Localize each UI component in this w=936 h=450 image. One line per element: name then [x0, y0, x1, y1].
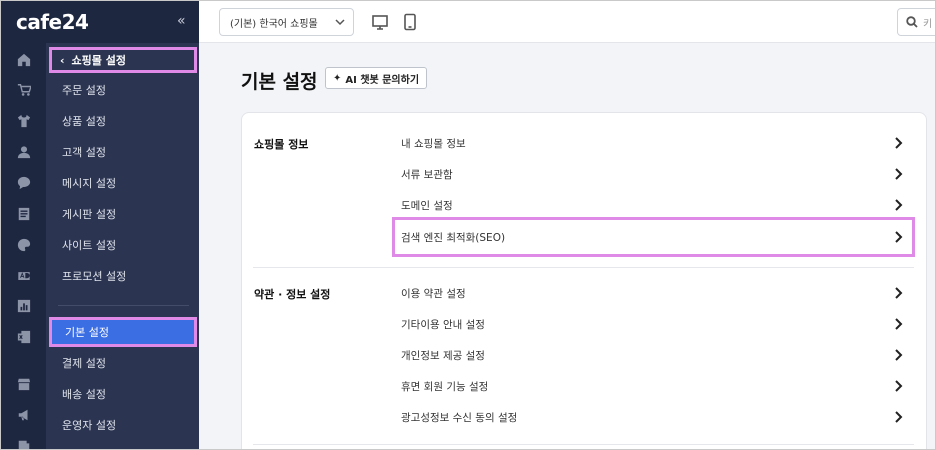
search-icon	[906, 16, 918, 28]
row-marketing-consent[interactable]: 광고성정보 수신 동의 설정	[401, 402, 909, 432]
submenu-divider	[58, 305, 189, 306]
row-label: 이용 약관 설정	[401, 287, 466, 300]
chevron-right-icon	[893, 230, 903, 244]
row-other-usage-guide[interactable]: 기타이용 안내 설정	[401, 309, 909, 339]
submenu-header-shop-settings[interactable]: ‹ 쇼핑몰 설정	[49, 47, 197, 73]
sparkle-icon: ✦	[333, 72, 342, 84]
submenu-item-site[interactable]: 사이트 설정	[62, 235, 116, 255]
submenu-item-operator[interactable]: 운영자 설정	[62, 415, 116, 435]
shirt-icon[interactable]	[1, 110, 46, 132]
chat-icon[interactable]	[1, 172, 46, 194]
submenu-item-message[interactable]: 메시지 설정	[62, 173, 116, 193]
board-icon[interactable]	[1, 203, 46, 225]
section-separator	[253, 267, 914, 268]
chevron-right-icon	[893, 317, 903, 331]
row-label: 검색 엔진 최적화(SEO)	[401, 231, 506, 244]
chevron-right-icon	[893, 198, 903, 212]
section-title-shop-info: 쇼핑몰 정보	[254, 138, 309, 151]
ai-chatbot-button[interactable]: ✦ AI 챗봇 문의하기	[325, 67, 428, 89]
submenu-item-order[interactable]: 주문 설정	[62, 80, 106, 100]
submenu-item-shipping[interactable]: 배송 설정	[62, 384, 106, 404]
section-title-terms: 약관 · 정보 설정	[254, 288, 331, 301]
submenu-item-product[interactable]: 상품 설정	[62, 111, 106, 131]
shop-selector[interactable]: (기본) 한국어 쇼핑몰	[219, 8, 354, 36]
chevron-right-icon	[893, 136, 903, 150]
submenu-header-label: 쇼핑몰 설정	[71, 54, 126, 67]
store-icon[interactable]	[1, 373, 46, 395]
chevron-right-icon	[893, 348, 903, 362]
shop-selector-value: (기본) 한국어 쇼핑몰	[230, 18, 318, 30]
section-separator	[253, 444, 914, 445]
megaphone-icon[interactable]	[1, 404, 46, 426]
desktop-view-icon[interactable]	[371, 13, 389, 31]
row-label: 내 쇼핑몰 정보	[401, 137, 466, 150]
collapse-sidebar-icon[interactable]: «	[177, 13, 186, 29]
submenu-item-payment[interactable]: 결제 설정	[62, 353, 106, 373]
person-icon[interactable]	[1, 141, 46, 163]
chevron-right-icon	[893, 410, 903, 424]
palette-icon[interactable]	[1, 234, 46, 256]
row-my-shop-info[interactable]: 내 쇼핑몰 정보	[401, 128, 909, 158]
top-bar: (기본) 한국어 쇼핑몰 키	[199, 1, 935, 43]
ai-chatbot-label: AI 챗봇 문의하기	[345, 74, 420, 86]
row-domain-settings[interactable]: 도메인 설정	[401, 190, 909, 220]
add-page-icon[interactable]	[1, 435, 46, 449]
submenu-item-basic-active[interactable]: 기본 설정	[49, 317, 197, 347]
row-privacy-provision[interactable]: 개인정보 제공 설정	[401, 340, 909, 370]
row-dormant-member[interactable]: 휴면 회원 기능 설정	[401, 371, 909, 401]
chevron-right-icon	[893, 379, 903, 393]
brand-bar: cafe24 «	[1, 1, 199, 43]
row-label: 휴면 회원 기능 설정	[401, 380, 489, 393]
stats-icon[interactable]	[1, 295, 46, 317]
row-label: 서류 보관함	[401, 168, 453, 181]
ad-icon[interactable]	[1, 265, 46, 287]
row-label: 기타이용 안내 설정	[401, 318, 485, 331]
chevron-right-icon	[893, 286, 903, 300]
submenu-item-promotion[interactable]: 프로모션 설정	[62, 266, 126, 286]
submenu-item-board[interactable]: 게시판 설정	[62, 204, 116, 224]
search-placeholder: 키	[923, 18, 933, 30]
excel-icon[interactable]	[1, 326, 46, 348]
app-window: cafe24 « ‹ 쇼핑몰 설정 주문 설정 상품 설정 고객 설정 메시지 …	[0, 0, 936, 450]
page-title: 기본 설정	[241, 71, 318, 93]
row-label: 광고성정보 수신 동의 설정	[401, 411, 518, 424]
chevron-down-icon	[335, 19, 345, 26]
chevron-right-icon	[893, 167, 903, 181]
row-label: 도메인 설정	[401, 199, 453, 212]
row-seo[interactable]: 검색 엔진 최적화(SEO)	[401, 222, 909, 252]
search-input[interactable]: 키	[897, 8, 935, 36]
row-document-storage[interactable]: 서류 보관함	[401, 159, 909, 189]
row-label: 개인정보 제공 설정	[401, 349, 485, 362]
chevron-left-icon: ‹	[60, 53, 65, 67]
icon-rail	[1, 1, 46, 449]
row-terms-of-use[interactable]: 이용 약관 설정	[401, 278, 909, 308]
mobile-view-icon[interactable]	[401, 13, 419, 31]
settings-submenu: ‹ 쇼핑몰 설정 주문 설정 상품 설정 고객 설정 메시지 설정 게시판 설정…	[46, 43, 199, 449]
home-icon[interactable]	[1, 49, 46, 71]
submenu-item-customer[interactable]: 고객 설정	[62, 142, 106, 162]
cafe24-logo[interactable]: cafe24	[16, 10, 89, 34]
cart-icon[interactable]	[1, 79, 46, 101]
